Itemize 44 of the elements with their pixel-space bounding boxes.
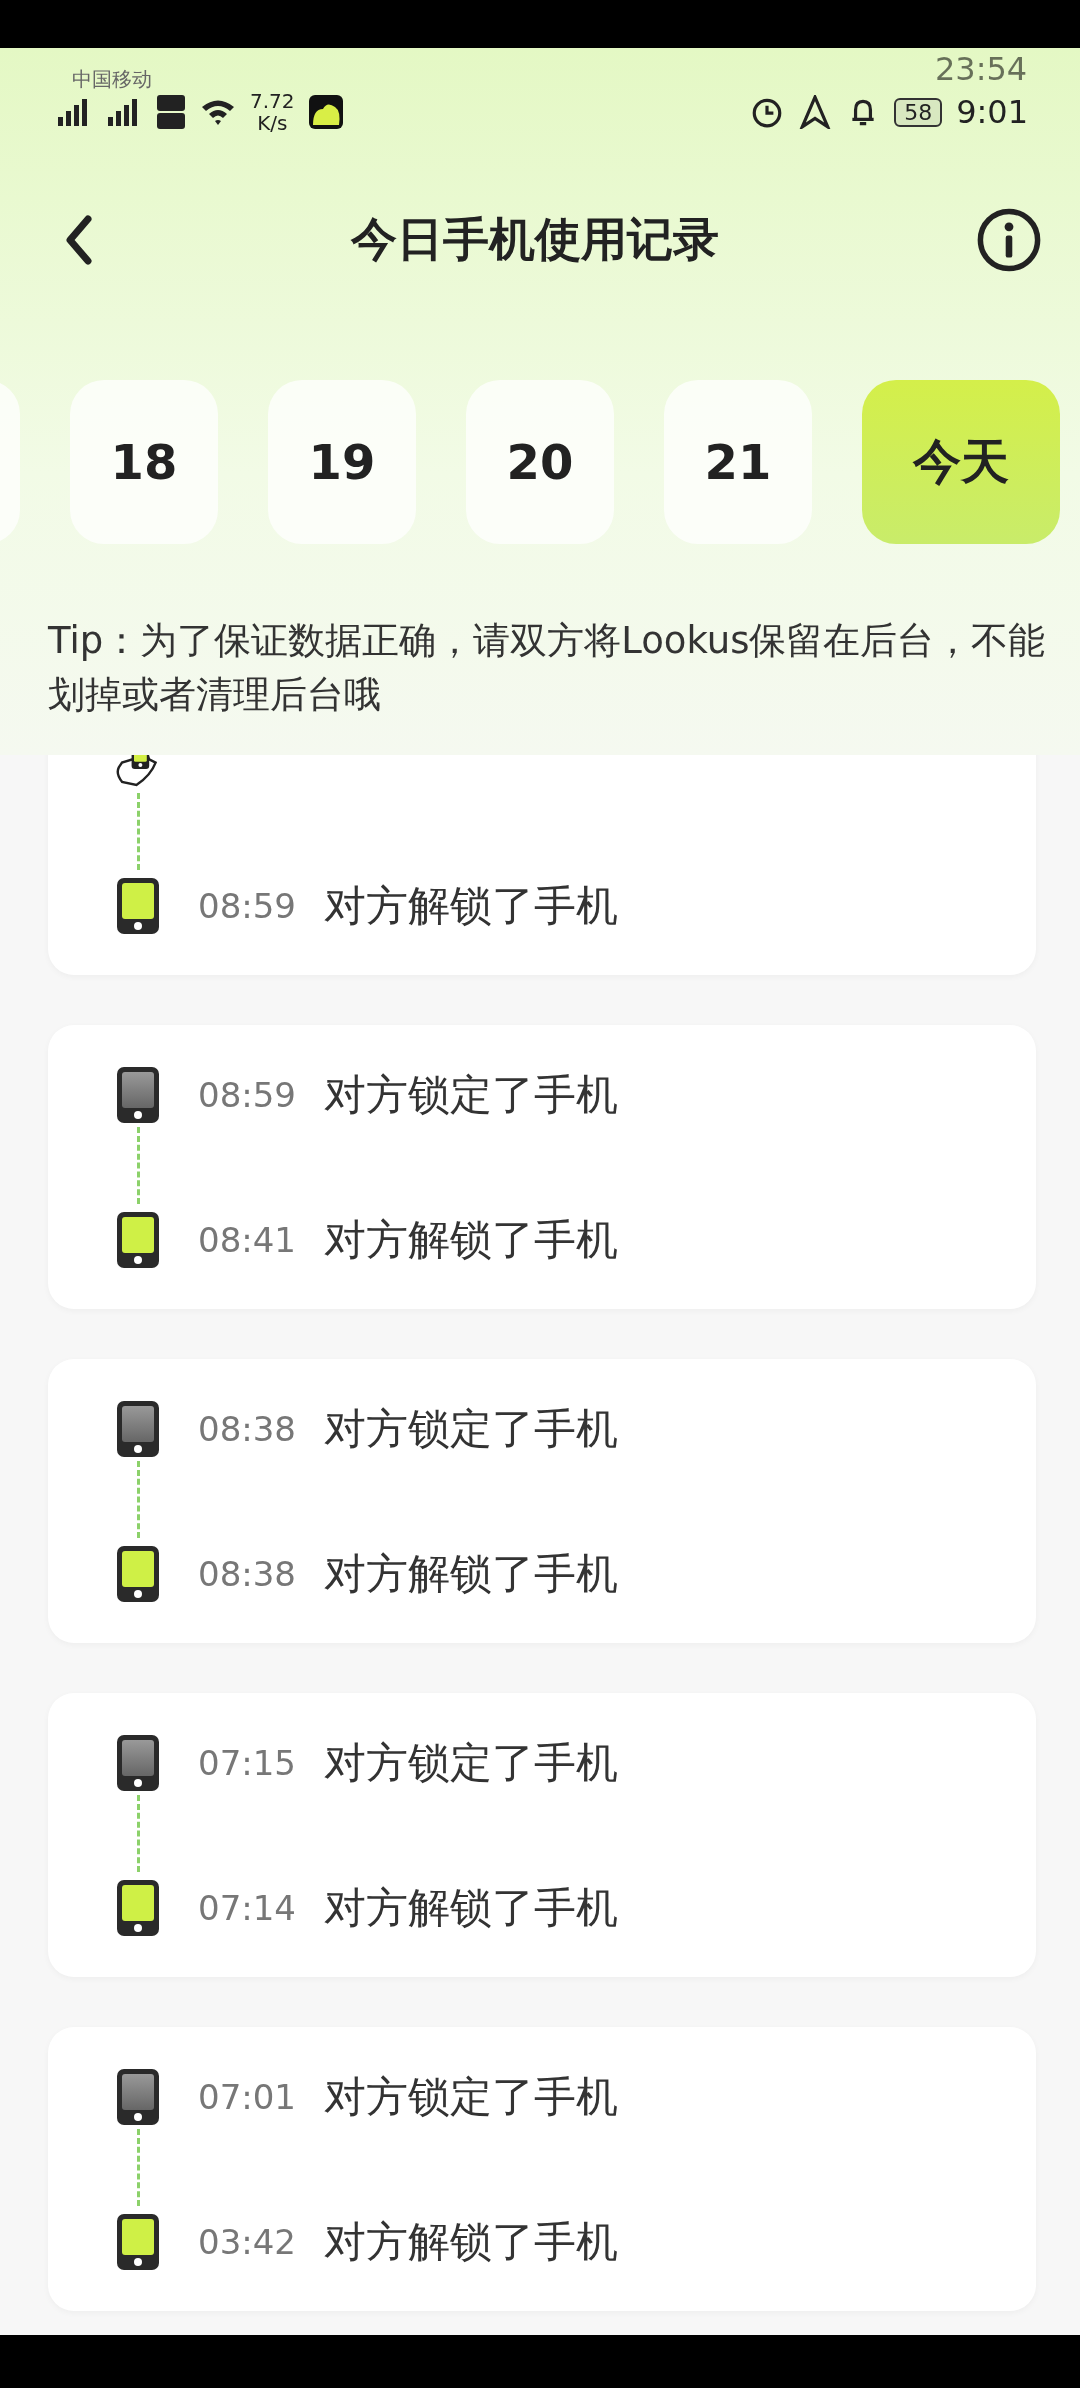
app-icon bbox=[308, 95, 343, 129]
event-text: 对方锁定了手机 bbox=[324, 1403, 618, 1455]
date-chip[interactable]: 今天 bbox=[862, 380, 1060, 544]
date-chip[interactable]: 19 bbox=[268, 380, 416, 544]
clock-text: 23:54 bbox=[935, 50, 1028, 88]
event-text: 对方锁定了手机 bbox=[324, 1069, 618, 1121]
locked-phone-icon bbox=[117, 1735, 159, 1791]
clock-text: 9:01 bbox=[956, 93, 1028, 131]
info-icon[interactable] bbox=[976, 207, 1042, 273]
event-time: 08:59 bbox=[198, 886, 297, 926]
unlocked-phone-icon bbox=[117, 1546, 159, 1602]
event-text: 对方解锁了手机 bbox=[324, 1214, 618, 1266]
date-chip[interactable]: 21 bbox=[664, 380, 812, 544]
event-text: 对方锁定了手机 bbox=[324, 2071, 618, 2123]
speed-unit: K/s bbox=[257, 112, 288, 134]
unlocked-phone-icon bbox=[117, 2214, 159, 2270]
event-time: 08:38 bbox=[198, 1554, 297, 1594]
battery-indicator: 58 bbox=[894, 97, 943, 127]
locked-phone-icon bbox=[117, 2069, 159, 2125]
unlocked-phone-icon bbox=[117, 1212, 159, 1268]
date-chip[interactable]: 18 bbox=[70, 380, 218, 544]
speed-text: 7.72 bbox=[250, 90, 295, 112]
location-icon bbox=[798, 95, 833, 129]
tip-text: Tip：为了保证数据正确，请双方将Lookus保留在后台，不能划掉或者清理后台哦 bbox=[48, 618, 1047, 718]
event-text: 对方解锁了手机 bbox=[324, 1548, 618, 1600]
event-time: 07:14 bbox=[198, 1888, 297, 1928]
event-text: 对方解锁了手机 bbox=[324, 880, 618, 932]
event-time: 08:38 bbox=[198, 1409, 297, 1449]
locked-phone-icon bbox=[117, 1401, 159, 1457]
back-icon[interactable] bbox=[64, 215, 94, 265]
event-text: 对方锁定了手机 bbox=[324, 1737, 618, 1789]
page-title: 今日手机使用记录 bbox=[351, 211, 719, 268]
date-chip[interactable]: 20 bbox=[466, 380, 614, 544]
carrier-text: 中国移动 bbox=[72, 66, 152, 93]
event-time: 08:41 bbox=[198, 1220, 297, 1260]
event-text: 对方解锁了手机 bbox=[324, 1882, 618, 1934]
unlocked-phone-icon bbox=[117, 1880, 159, 1936]
event-time: 07:01 bbox=[198, 2077, 297, 2117]
event-time: 08:59 bbox=[198, 1075, 297, 1115]
event-time: 07:15 bbox=[198, 1743, 297, 1783]
event-text: 对方解锁了手机 bbox=[324, 2216, 618, 2268]
unlocked-phone-icon bbox=[117, 878, 159, 934]
event-time: 03:42 bbox=[198, 2222, 297, 2262]
locked-phone-icon bbox=[117, 1067, 159, 1123]
